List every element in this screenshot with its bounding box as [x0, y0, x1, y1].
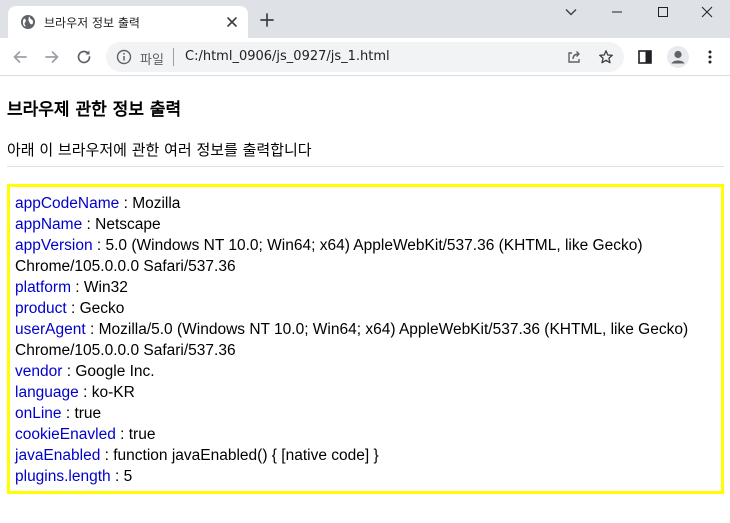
- info-row: onLine : true: [15, 403, 715, 424]
- info-separator: :: [66, 300, 80, 317]
- star-icon[interactable]: [598, 49, 614, 65]
- title-bar: 브라우저 정보 출력: [0, 0, 730, 38]
- page-content: 브라우제 관한 정보 출력 아래 이 브라우저에 관한 여러 정보를 출력합니다…: [0, 77, 730, 523]
- info-key: vendor: [15, 363, 63, 380]
- info-value: 5: [123, 468, 133, 485]
- browser-toolbar: 파일 C:/html_0906/js_0927/js_1.html: [0, 38, 730, 76]
- side-panel-icon: [638, 50, 652, 64]
- info-row: product : Gecko: [15, 298, 715, 319]
- info-key: plugins.length: [15, 468, 111, 485]
- info-value: function javaEnabled() { [native code] }: [113, 447, 379, 464]
- info-value: true: [128, 426, 156, 443]
- tab-title: 브라우저 정보 출력: [44, 16, 140, 30]
- profile-button[interactable]: [667, 46, 689, 68]
- window-close-button[interactable]: [684, 0, 730, 24]
- info-row: appCodeName : Mozilla: [15, 193, 715, 214]
- info-row: platform : Win32: [15, 277, 715, 298]
- info-separator: :: [61, 405, 75, 422]
- maximize-button[interactable]: [640, 0, 686, 24]
- info-key: appName: [15, 216, 83, 233]
- info-separator: :: [85, 321, 99, 338]
- info-separator: :: [82, 216, 96, 233]
- chevron-down-icon: [565, 9, 577, 16]
- side-panel-button[interactable]: [636, 48, 654, 66]
- info-row: javaEnabled : function javaEnabled() { […: [15, 445, 715, 466]
- info-key: javaEnabled: [15, 447, 101, 464]
- info-separator: :: [62, 363, 76, 380]
- info-key: language: [15, 384, 79, 401]
- info-key: product: [15, 300, 67, 317]
- info-value: Google Inc.: [75, 363, 155, 380]
- info-row: cookieEnavled : true: [15, 424, 715, 445]
- profile-icon: [671, 50, 685, 64]
- reload-button[interactable]: [73, 46, 95, 68]
- info-key: onLine: [15, 405, 62, 422]
- arrow-right-icon: [45, 51, 59, 63]
- divider: [7, 166, 724, 167]
- info-value: Mozilla: [132, 195, 181, 212]
- info-value: 5.0 (Windows NT 10.0; Win64; x64) AppleW…: [15, 237, 643, 275]
- page-title: 브라우제 관한 정보 출력: [7, 100, 182, 120]
- arrow-left-icon: [13, 51, 27, 63]
- info-row: userAgent : Mozilla/5.0 (Windows NT 10.0…: [15, 319, 715, 361]
- globe-icon: [21, 15, 35, 29]
- info-row: language : ko-KR: [15, 382, 715, 403]
- info-row: appName : Netscape: [15, 214, 715, 235]
- info-value: Mozilla/5.0 (Windows NT 10.0; Win64; x64…: [15, 321, 689, 359]
- back-button[interactable]: [9, 46, 31, 68]
- info-key: appVersion: [15, 237, 93, 254]
- address-bar[interactable]: 파일 C:/html_0906/js_0927/js_1.html: [106, 42, 624, 72]
- info-separator: :: [92, 237, 106, 254]
- minimize-icon: [612, 11, 622, 13]
- info-row: appVersion : 5.0 (Windows NT 10.0; Win64…: [15, 235, 715, 277]
- info-row: vendor : Google Inc.: [15, 361, 715, 382]
- info-separator: :: [119, 195, 133, 212]
- forward-button[interactable]: [41, 46, 63, 68]
- minimize-button[interactable]: [594, 0, 640, 24]
- info-key: userAgent: [15, 321, 86, 338]
- maximize-icon: [658, 7, 668, 17]
- reload-icon: [77, 50, 91, 64]
- info-value: true: [74, 405, 102, 422]
- close-icon: [701, 6, 713, 18]
- menu-button[interactable]: [701, 48, 719, 66]
- page-description: 아래 이 브라우저에 관한 여러 정보를 출력합니다: [7, 141, 312, 159]
- close-icon[interactable]: [224, 14, 240, 30]
- kebab-menu-icon: [708, 50, 712, 64]
- info-separator: :: [115, 426, 129, 443]
- info-value: ko-KR: [91, 384, 135, 401]
- browser-tab[interactable]: 브라우저 정보 출력: [8, 6, 248, 38]
- tab-search-button[interactable]: [548, 0, 594, 24]
- info-value: Win32: [83, 279, 128, 296]
- url-text[interactable]: C:/html_0906/js_0927/js_1.html: [185, 49, 390, 64]
- info-icon[interactable]: [116, 49, 132, 65]
- info-key: appCodeName: [15, 195, 120, 212]
- info-key: cookieEnavled: [15, 426, 116, 443]
- url-divider: [173, 48, 174, 66]
- share-icon[interactable]: [566, 49, 582, 65]
- info-key: platform: [15, 279, 71, 296]
- url-scheme-label: 파일: [140, 53, 164, 68]
- info-separator: :: [100, 447, 114, 464]
- info-separator: :: [71, 279, 84, 296]
- plus-icon[interactable]: [259, 12, 275, 28]
- info-separator: :: [78, 384, 92, 401]
- info-value: Gecko: [79, 300, 125, 317]
- browser-info-list: appCodeName : Mozilla appName : Netscape…: [15, 193, 715, 487]
- info-value: Netscape: [95, 216, 161, 233]
- info-row: plugins.length : 5: [15, 466, 715, 487]
- info-separator: :: [110, 468, 124, 485]
- browser-info-box: appCodeName : Mozilla appName : Netscape…: [7, 184, 724, 494]
